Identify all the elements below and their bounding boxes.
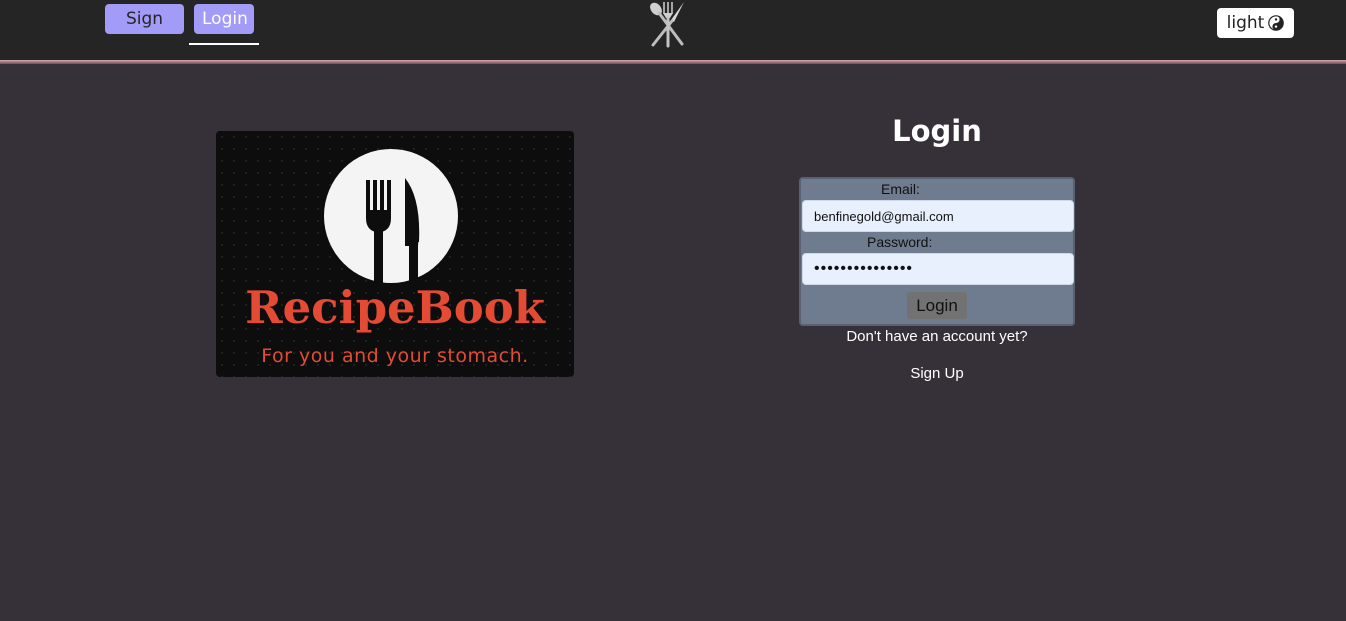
fork-knife-spoon-icon[interactable] (644, 0, 692, 48)
email-field[interactable] (802, 200, 1074, 232)
password-field[interactable] (802, 253, 1074, 285)
email-label: Email: (881, 181, 920, 197)
no-account-text: Don't have an account yet? (846, 328, 1028, 345)
theme-toggle-label: light (1226, 13, 1265, 33)
recipebook-logo-card: RecipeBook For you and your stomach. (216, 131, 574, 377)
login-form: Email: Password: Login (799, 177, 1075, 326)
plate-fork-knife-icon (324, 149, 458, 284)
active-tab-indicator (189, 43, 259, 45)
nav-signup-button[interactable]: Sign Up (105, 4, 184, 59)
theme-toggle-button[interactable]: light (1217, 8, 1294, 38)
nav-login-button[interactable]: Login (194, 4, 254, 34)
brand-name: RecipeBook (245, 281, 545, 334)
login-submit-button[interactable]: Login (907, 292, 967, 319)
navbar-border (0, 60, 1346, 64)
brand-tagline: For you and your stomach. (261, 345, 529, 367)
page-title: Login (892, 114, 982, 148)
signup-link[interactable]: Sign Up (800, 365, 1074, 382)
password-label: Password: (867, 234, 933, 250)
navbar: Sign Up Login light (0, 0, 1346, 60)
yin-yang-icon (1268, 15, 1285, 31)
